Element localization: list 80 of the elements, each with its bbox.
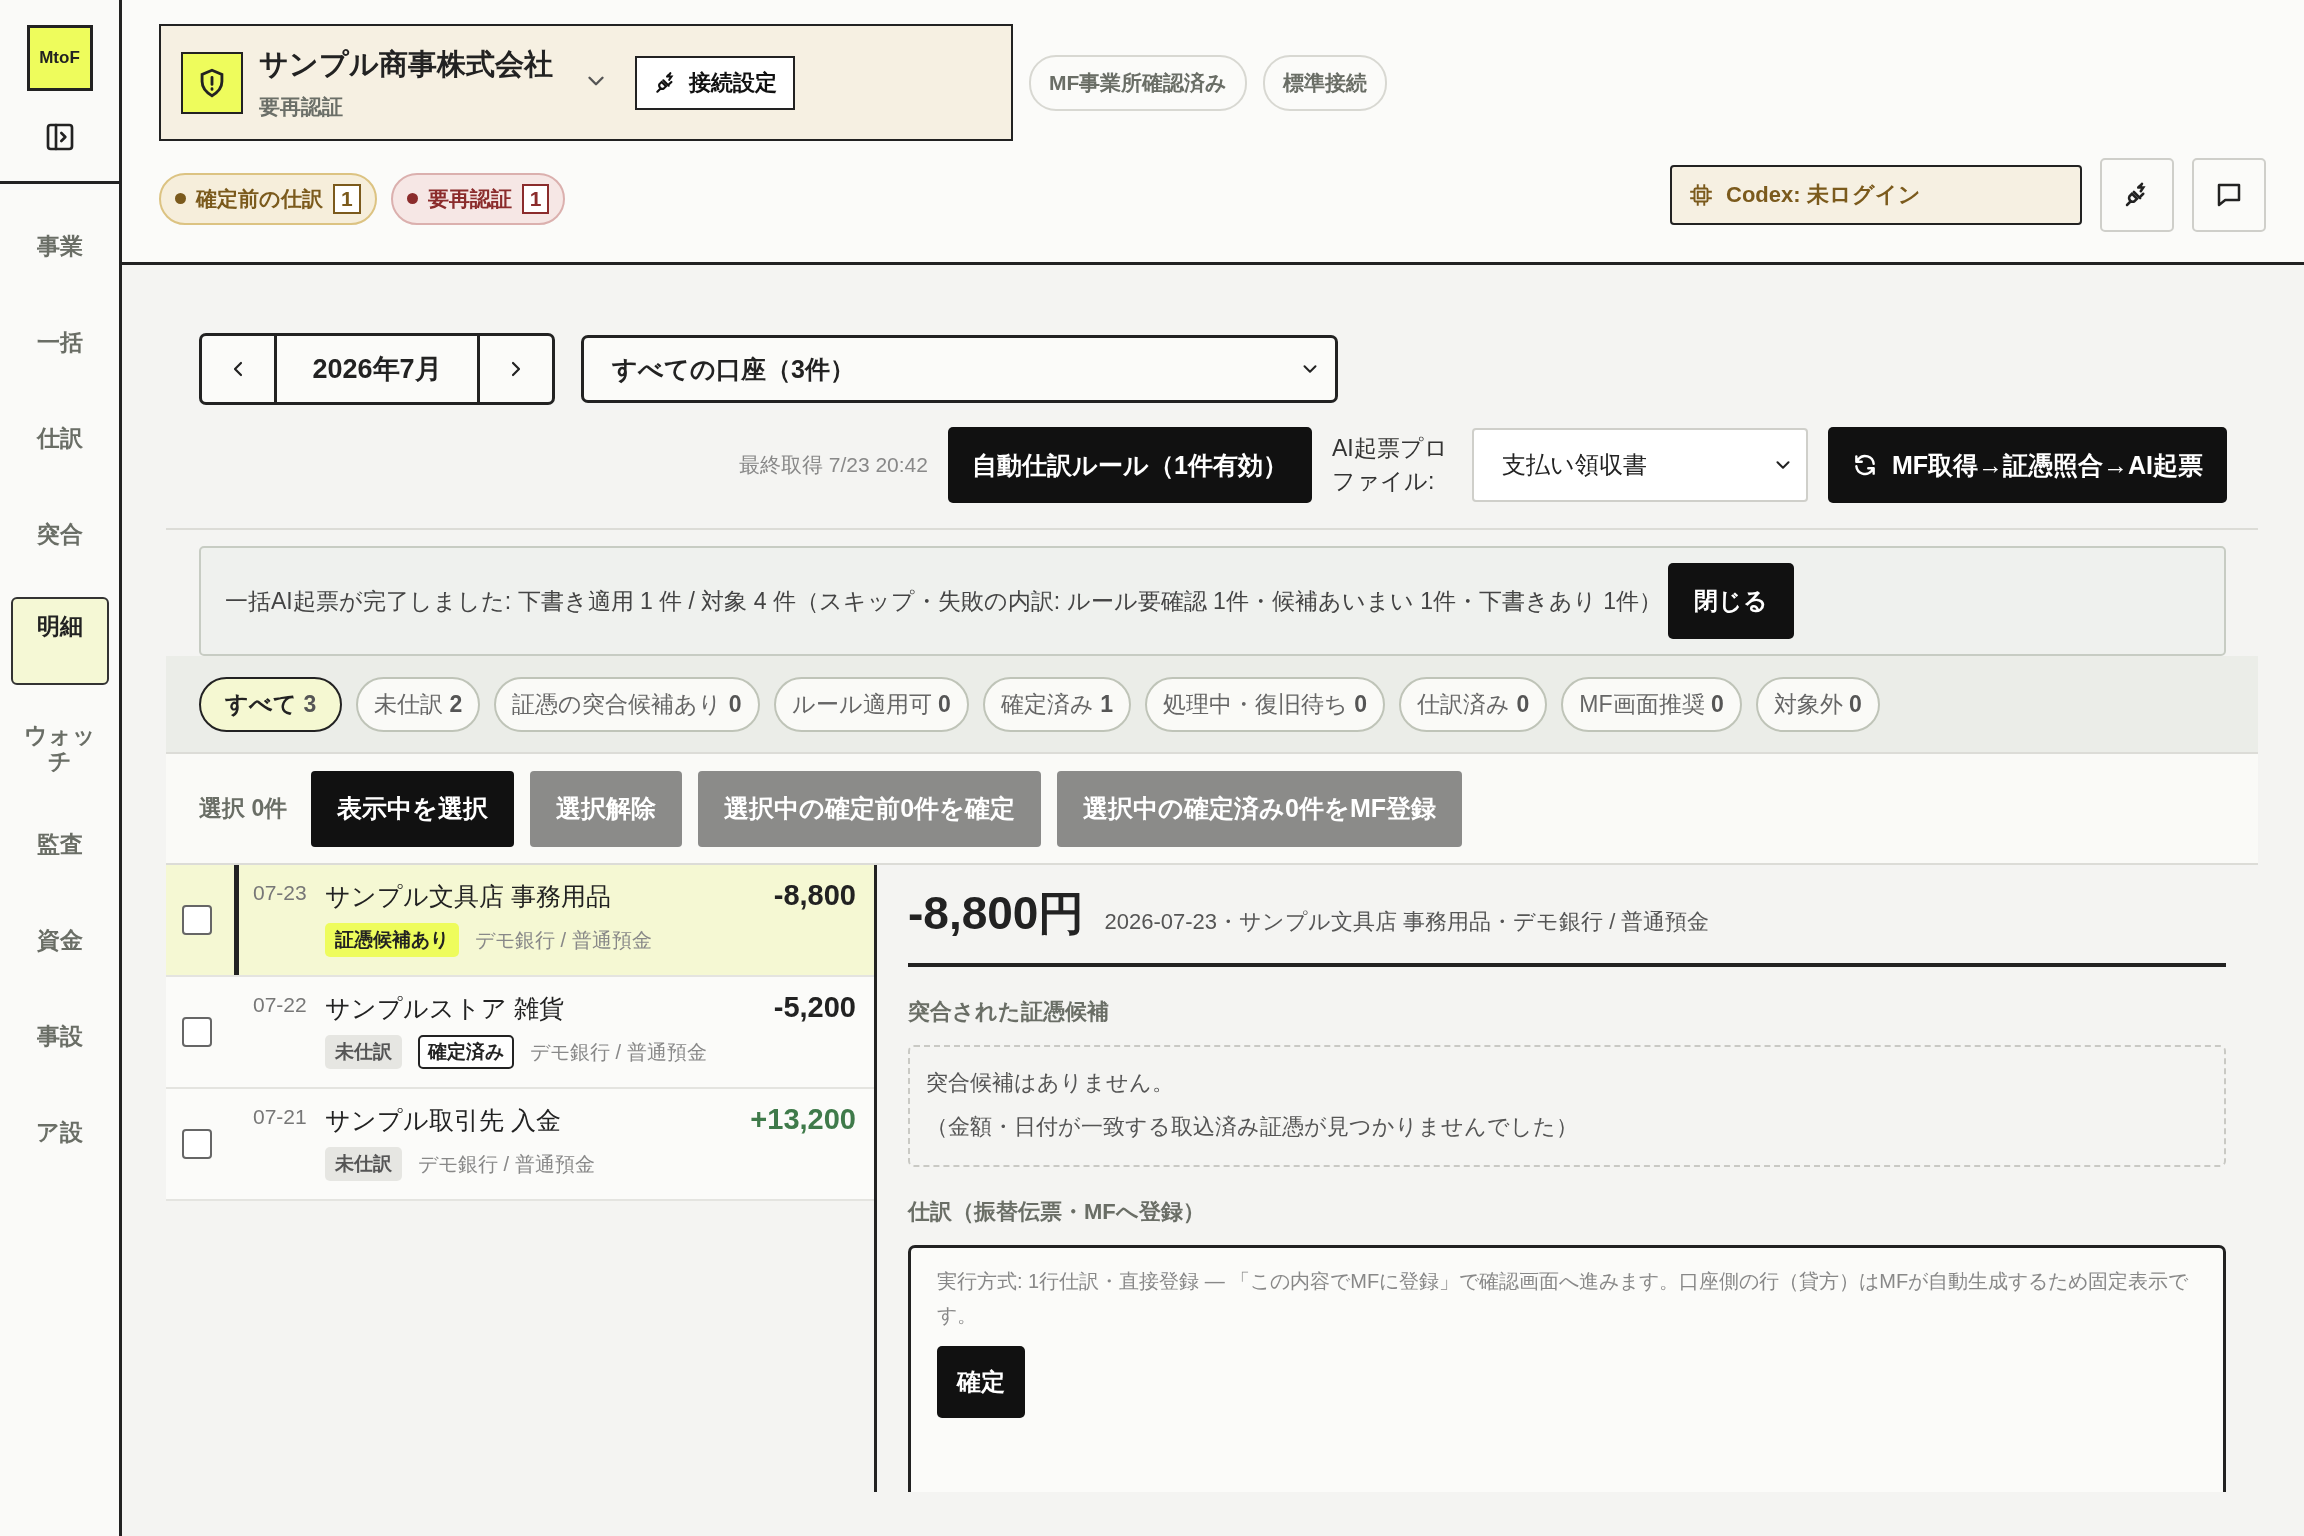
account-name: デモ銀行 / 普通預金	[530, 1039, 707, 1065]
section-heading: 仕訳（振替伝票・MFへ登録）	[908, 1198, 1206, 1226]
nav-item[interactable]: 明細	[10, 597, 109, 685]
notice-text: 一括AI起票が完了しました: 下書き適用 1 件 / 対象 4 件（スキップ・失敗の内訳: ルール要確認 1件・候補あいまい 1件・下書きあり 1件）	[225, 586, 1663, 616]
filter-chip[interactable]: 未仕訳 2	[356, 676, 481, 732]
chat-button[interactable]	[2192, 158, 2266, 232]
dot-icon	[406, 193, 418, 204]
chip-icon	[1688, 182, 1714, 208]
transaction-amount: -8,800	[773, 879, 856, 912]
transaction-title: サンプル文具店 事務用品	[325, 881, 611, 912]
detail-amount: -8,800円	[908, 886, 1085, 941]
status-pill: 標準接続	[1263, 54, 1388, 111]
profile-select[interactable]: 支払い領収書	[1471, 428, 1808, 502]
status-tag: 確定済み	[418, 1035, 514, 1069]
nav-item[interactable]: 仕訳	[10, 405, 109, 471]
nav-item[interactable]: ウォッチ	[10, 715, 109, 781]
row-checkbox[interactable]	[182, 1017, 212, 1047]
status-tag: 未仕訳	[325, 1035, 402, 1069]
empty-state-text: 突合候補はありません。	[926, 1069, 1175, 1097]
account-name: デモ銀行 / 普通預金	[418, 1151, 595, 1177]
row-checkbox[interactable]	[182, 905, 212, 935]
transaction-date: 07-23	[253, 880, 308, 906]
transaction-date: 07-22	[253, 992, 308, 1018]
filter-chip[interactable]: MF画面推奨 0	[1561, 676, 1742, 732]
filter-chip[interactable]: 対象外 0	[1755, 676, 1880, 732]
nav-item[interactable]: 事業	[10, 213, 109, 279]
company-name: サンプル商事株式会社	[259, 46, 553, 82]
badge-count: 1	[333, 183, 361, 214]
month-label: 2026年7月	[274, 336, 480, 402]
selection-count: 選択 0件	[199, 794, 288, 823]
empty-state-text: （金額・日付が一致する取込済み証憑が見つかりませんでした）	[926, 1113, 1579, 1141]
last-fetch-time: 最終取得 7/23 20:42	[738, 452, 928, 478]
filter-chip[interactable]: 確定済み 1	[982, 676, 1131, 732]
transaction-amount: +13,200	[750, 1103, 856, 1136]
status-pill: MF事業所確認済み	[1029, 54, 1248, 111]
filter-chip[interactable]: 仕訳済み 0	[1399, 676, 1548, 732]
transaction-date: 07-21	[253, 1104, 308, 1130]
detail-meta: 2026-07-23・サンプル文具店 事務用品・デモ銀行 / 普通預金	[1104, 908, 1710, 936]
badge-label: 確定前の仕訳	[196, 185, 323, 212]
dot-icon	[175, 193, 186, 204]
app-logo[interactable]: MtoF	[26, 25, 93, 91]
transaction-row[interactable]: 07-23 サンプル文具店 事務用品 -8,800 証憑候補あり デモ銀行 / 普通預金	[166, 865, 874, 977]
nav-item[interactable]: 事設	[10, 1003, 109, 1069]
transaction-row[interactable]: 07-21 サンプル取引先 入金 +13,200 未仕訳 デモ銀行 / 普通預金	[166, 1089, 874, 1201]
shield-icon	[181, 51, 243, 114]
transaction-amount: -5,200	[773, 991, 856, 1024]
auto-rule-button[interactable]: 自動仕訳ルール（1件有効）	[948, 427, 1312, 503]
connection-settings-button[interactable]: 接続設定	[635, 55, 795, 110]
company-status: 要再認証	[259, 93, 344, 120]
fetch-match-draft-button[interactable]: MF取得→証憑照合→AI起票	[1827, 427, 2227, 503]
filter-chip[interactable]: すべて 3	[199, 676, 343, 732]
connection-button[interactable]	[2100, 158, 2174, 232]
nav-item[interactable]: ア設	[10, 1099, 109, 1165]
confirm-button[interactable]: 確定	[937, 1346, 1025, 1418]
nav-item[interactable]: 資金	[10, 907, 109, 973]
nav-item[interactable]: 一括	[10, 309, 109, 375]
company-card[interactable]: サンプル商事株式会社 要再認証 接続設定	[159, 24, 1013, 141]
status-tag: 証憑候補あり	[325, 923, 459, 957]
codex-login-button[interactable]: Codex: 未ログイン	[1670, 165, 2082, 225]
journal-note: 実行方式: 1行仕訳・直接登録 — 「この内容でMFに登録」で確認画面へ進みます。口座側の行（貸方）はMFが自動生成するため固定表示です。	[937, 1269, 2190, 1328]
row-checkbox[interactable]	[182, 1129, 212, 1159]
account-select[interactable]: すべての口座（3件）	[581, 335, 1338, 403]
status-tag: 未仕訳	[325, 1147, 402, 1181]
nav-item[interactable]: 突合	[10, 501, 109, 567]
alert-badge[interactable]: 確定前の仕訳 1	[159, 172, 377, 225]
transaction-title: サンプル取引先 入金	[325, 1105, 561, 1136]
filter-chip[interactable]: ルール適用可 0	[773, 676, 969, 732]
section-heading: 突合された証憑候補	[908, 998, 1110, 1026]
badge-label: 要再認証	[427, 185, 512, 212]
close-button[interactable]: 閉じる	[1668, 563, 1795, 639]
profile-label: AI起票プロファイル:	[1331, 433, 1449, 496]
transaction-row[interactable]: 07-22 サンプルストア 雑貨 -5,200 未仕訳 確定済み デモ銀行 / 普通預金	[166, 977, 874, 1089]
filter-chip[interactable]: 証憑の突合候補あり 0	[494, 676, 760, 732]
filter-chip[interactable]: 処理中・復旧待ち 0	[1144, 676, 1386, 732]
alert-badge[interactable]: 要再認証 1	[390, 172, 566, 225]
nav-item[interactable]: 監査	[10, 811, 109, 877]
account-name: デモ銀行 / 普通預金	[475, 927, 652, 953]
transaction-title: サンプルストア 雑貨	[325, 993, 564, 1024]
bulk-action-button[interactable]: 表示中を選択	[311, 770, 515, 847]
badge-count: 1	[521, 183, 550, 214]
